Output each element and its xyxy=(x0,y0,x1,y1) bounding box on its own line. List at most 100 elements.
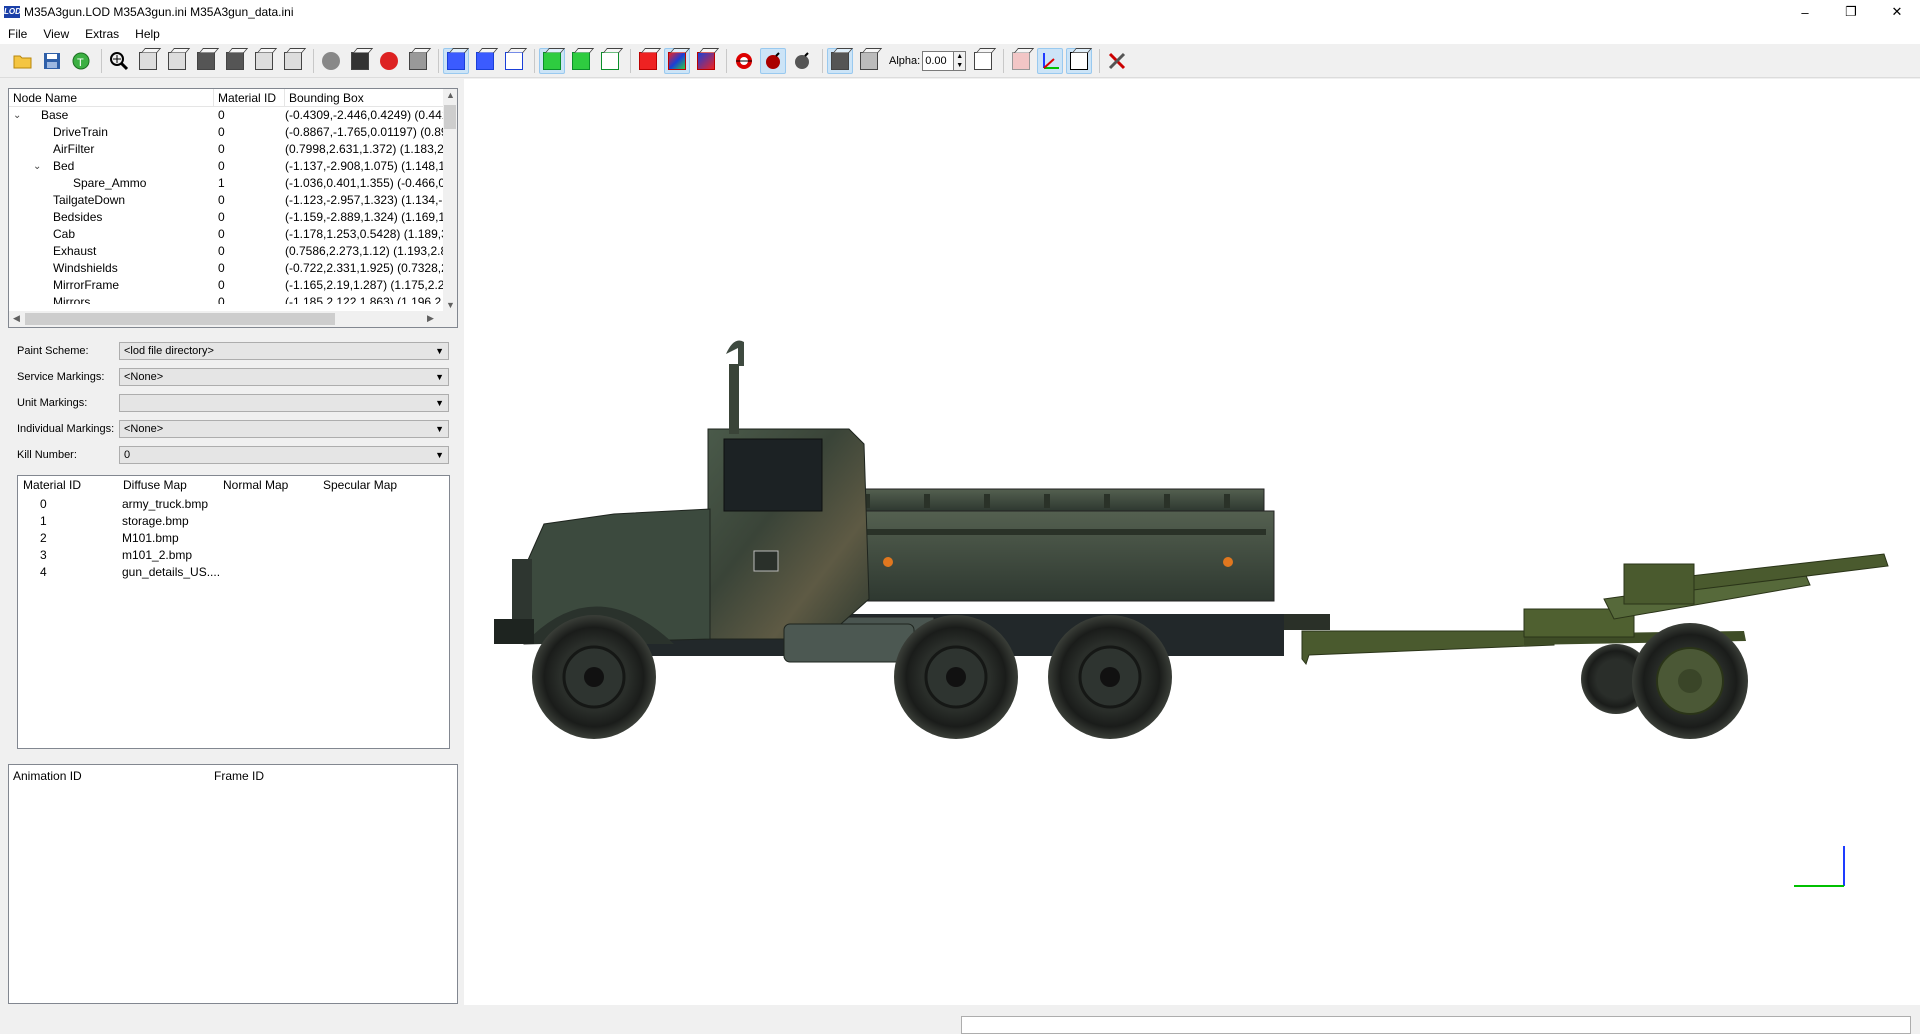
scroll-thumb[interactable] xyxy=(444,105,456,129)
col-node-name[interactable]: Node Name xyxy=(9,89,214,106)
view-front-button[interactable] xyxy=(135,48,161,74)
minimize-button[interactable]: – xyxy=(1782,0,1828,24)
view-top-button[interactable] xyxy=(193,48,219,74)
scroll-down-icon[interactable]: ▼ xyxy=(446,300,455,310)
axes-button[interactable] xyxy=(1037,47,1064,74)
tree-row[interactable]: Bedsides 0 (-1.159,-2.889,1.324) (1.169,… xyxy=(9,209,457,226)
tree-horizontal-scrollbar[interactable]: ◀ ▶ xyxy=(9,311,457,327)
shade-flat-button[interactable] xyxy=(318,48,344,74)
tree-row[interactable]: MirrorFrame 0 (-1.165,2.19,1.287) (1.175… xyxy=(9,277,457,294)
chevron-down-icon[interactable]: ⌄ xyxy=(13,107,21,124)
menu-view[interactable]: View xyxy=(35,27,77,41)
kill-number-select[interactable]: 0 ▼ xyxy=(119,446,449,464)
bounding-box-button[interactable] xyxy=(1008,48,1034,74)
service-markings-select[interactable]: <None> ▼ xyxy=(119,368,449,386)
col-normal-map[interactable]: Normal Map xyxy=(223,478,288,492)
paint-scheme-select[interactable]: <lod file directory> ▼ xyxy=(119,342,449,360)
col-frame-id[interactable]: Frame ID xyxy=(214,769,264,783)
view-bottom-button[interactable] xyxy=(222,48,248,74)
tree-row[interactable]: Exhaust 0 (0.7586,2.273,1.12) (1.193,2.8… xyxy=(9,243,457,260)
alpha-input[interactable] xyxy=(922,50,955,71)
tree-row[interactable]: Spare_Ammo 1 (-1.036,0.401,1.355) (-0.46… xyxy=(9,175,457,192)
tree-row[interactable]: DriveTrain 0 (-0.8867,-1.765,0.01197) (0… xyxy=(9,124,457,141)
scroll-left-icon[interactable]: ◀ xyxy=(13,313,20,324)
node-tree[interactable]: Node Name Material ID Bounding Box ⌄ Base… xyxy=(8,88,458,328)
bomb-dark-red-button[interactable] xyxy=(760,47,786,74)
material-row[interactable]: 0 army_truck.bmp xyxy=(18,497,449,514)
col-specular-map[interactable]: Specular Map xyxy=(323,478,397,492)
bomb-red-button[interactable] xyxy=(731,48,757,74)
tree-row[interactable]: TailgateDown 0 (-1.123,-2.957,1.323) (1.… xyxy=(9,192,457,209)
node-material-id: 0 xyxy=(218,125,225,139)
close-button[interactable]: ✕ xyxy=(1874,0,1920,24)
col-animation-id[interactable]: Animation ID xyxy=(13,769,82,783)
zoom-fit-button[interactable] xyxy=(106,48,132,74)
node-name: MirrorFrame xyxy=(53,278,119,292)
material-id: 0 xyxy=(40,497,47,511)
red-box-3-button[interactable] xyxy=(693,48,719,74)
node-name: Exhaust xyxy=(53,244,97,258)
node-bounding-box: (-1.185,2.122,1.863) (1.196,2.20 xyxy=(285,295,445,304)
tree-row[interactable]: Windshields 0 (-0.722,2.331,1.925) (0.73… xyxy=(9,260,457,277)
individual-markings-select[interactable]: <None> ▼ xyxy=(119,420,449,438)
unit-markings-row: Unit Markings: ▼ xyxy=(17,393,450,413)
shade-smooth-button[interactable] xyxy=(347,48,373,74)
material-row[interactable]: 1 storage.bmp xyxy=(18,514,449,531)
alpha-spinner[interactable]: ▲ ▼ xyxy=(954,50,967,71)
green-box-3-button[interactable] xyxy=(597,48,623,74)
green-box-1-button[interactable] xyxy=(539,47,565,74)
bbox-cube-icon xyxy=(1012,51,1031,70)
scroll-up-icon[interactable]: ▲ xyxy=(446,90,455,100)
tree-row[interactable]: Mirrors 0 (-1.185,2.122,1.863) (1.196,2.… xyxy=(9,294,457,304)
material-list[interactable]: Material ID Diffuse Map Normal Map Specu… xyxy=(17,475,450,749)
scroll-right-icon[interactable]: ▶ xyxy=(427,313,434,324)
wireframe-cube-button[interactable] xyxy=(970,48,996,74)
texture-button[interactable]: T xyxy=(68,48,94,74)
maximize-button[interactable]: ❐ xyxy=(1828,0,1874,24)
tree-row[interactable]: ⌄ Base 0 (-0.4309,-2.446,0.4249) (0.4416 xyxy=(9,107,457,124)
blue-box-1-button[interactable] xyxy=(443,47,469,74)
transparent-cube-icon xyxy=(860,51,878,70)
box-outline-button[interactable] xyxy=(1066,47,1093,74)
animation-list[interactable]: Animation ID Frame ID xyxy=(8,764,458,1004)
shade-grey-button[interactable] xyxy=(405,48,431,74)
material-id: 3 xyxy=(40,548,47,562)
material-row[interactable]: 4 gun_details_US.... xyxy=(18,565,449,582)
col-material-id[interactable]: Material ID xyxy=(23,478,81,492)
scroll-thumb[interactable] xyxy=(25,313,335,325)
tree-row[interactable]: ⌄ Bed 0 (-1.137,-2.908,1.075) (1.148,1.0 xyxy=(9,158,457,175)
tree-row[interactable]: AirFilter 0 (0.7998,2.631,1.372) (1.183,… xyxy=(9,141,457,158)
node-bounding-box: (0.7998,2.631,1.372) (1.183,2.91 xyxy=(285,142,445,156)
green-box-2-button[interactable] xyxy=(568,48,594,74)
view-back-button[interactable] xyxy=(164,48,190,74)
open-file-button[interactable] xyxy=(10,48,36,74)
red-box-2-button[interactable] xyxy=(664,47,690,74)
col-bounding-box[interactable]: Bounding Box xyxy=(285,89,445,106)
col-material-id[interactable]: Material ID xyxy=(214,89,285,106)
bomb-grey-button[interactable] xyxy=(789,48,815,74)
material-row[interactable]: 2 M101.bmp xyxy=(18,531,449,548)
tools-button[interactable] xyxy=(1104,48,1130,74)
blue-box-2-button[interactable] xyxy=(472,48,498,74)
menu-file[interactable]: File xyxy=(0,27,35,41)
save-button[interactable] xyxy=(39,48,65,74)
view-right-button[interactable] xyxy=(280,48,306,74)
blue-cube-icon xyxy=(447,51,465,70)
unit-markings-select[interactable]: ▼ xyxy=(119,394,449,412)
chevron-down-icon[interactable]: ⌄ xyxy=(33,158,41,175)
blue-box-3-button[interactable] xyxy=(501,48,527,74)
col-diffuse-map[interactable]: Diffuse Map xyxy=(123,478,187,492)
window-title: M35A3gun.LOD M35A3gun.ini M35A3gun_data.… xyxy=(24,5,294,19)
transparent-cube-button[interactable] xyxy=(856,48,882,74)
view-left-button[interactable] xyxy=(251,48,277,74)
shade-red-button[interactable] xyxy=(376,48,402,74)
3d-viewport[interactable] xyxy=(464,79,1920,1005)
material-row[interactable]: 3 m101_2.bmp xyxy=(18,548,449,565)
red-box-1-button[interactable] xyxy=(635,48,661,74)
node-material-id: 0 xyxy=(218,108,225,122)
tree-vertical-scrollbar[interactable]: ▲ ▼ xyxy=(443,89,457,311)
tree-row[interactable]: Cab 0 (-1.178,1.253,0.5428) (1.189,3.8 xyxy=(9,226,457,243)
menu-help[interactable]: Help xyxy=(127,27,168,41)
solid-cube-button[interactable] xyxy=(827,47,853,74)
menu-extras[interactable]: Extras xyxy=(77,27,127,41)
